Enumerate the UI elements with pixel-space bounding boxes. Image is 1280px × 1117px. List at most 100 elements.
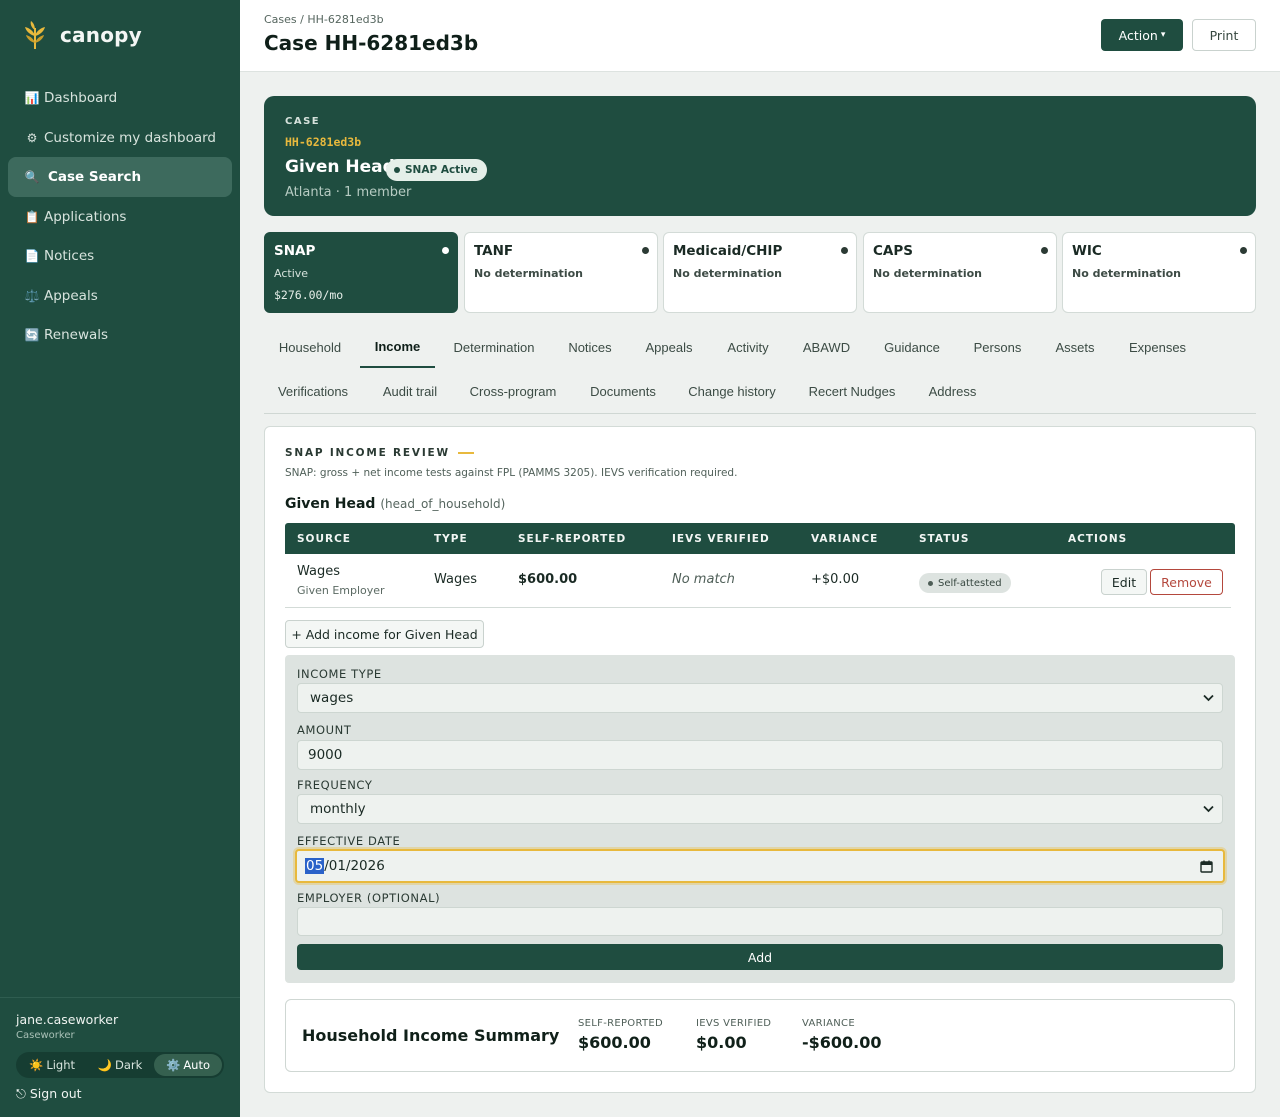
sidebar-item-notices[interactable]: 📄 Notices [8,236,232,276]
effective-date-input[interactable]: 05/01/2026 [295,849,1225,883]
title-accent-rule [457,452,474,454]
action-button[interactable]: Action ▾ [1101,19,1183,51]
program-amount: $276.00/mo [274,288,344,302]
program-card-tanf[interactable]: TANF No determination [464,232,658,313]
section-title: SNAP INCOME REVIEW [285,447,474,459]
status-badge: Self-attested [919,573,1011,593]
program-status: No determination [673,267,782,280]
tab-appeals[interactable]: Appeals [636,326,702,368]
amount-input[interactable]: 9000 [297,740,1223,770]
tab-assets[interactable]: Assets [1046,326,1104,368]
income-employer: Given Employer [297,584,385,597]
employer-label: EMPLOYER (OPTIONAL) [297,891,441,905]
status-badge-label: SNAP Active [405,164,478,176]
tab-household[interactable]: Household [264,326,356,368]
employer-input[interactable] [297,907,1223,936]
theme-option-auto[interactable]: ⚙️ Auto [154,1054,222,1076]
tab-persons[interactable]: Persons [964,326,1031,368]
add-income-form: INCOME TYPE wages AMOUNT 9000 FREQUENCY … [285,655,1235,983]
program-status: No determination [474,267,583,280]
sidebar-item-dashboard[interactable]: 📊 Dashboard [8,78,232,118]
amount-label: AMOUNT [297,723,352,737]
date-rest-segment: /01/2026 [324,858,385,874]
chevron-down-icon [1203,805,1214,813]
sidebar-nav: 📊 Dashboard ⚙ Customize my dashboard 🔍 C… [8,78,232,355]
sidebar-footer: jane.caseworker Caseworker ☀️ Light 🌙 Da… [0,997,240,1117]
summary-variance-value: -$600.00 [802,1033,882,1052]
program-card-caps[interactable]: CAPS No determination [863,232,1057,313]
action-button-label: Action [1118,27,1158,43]
sidebar: canopy 📊 Dashboard ⚙ Customize my dashbo… [0,0,240,1117]
add-button[interactable]: Add [297,944,1223,970]
remove-button[interactable]: Remove [1150,569,1223,595]
summary-ievs-label: IEVS VERIFIED [696,1018,772,1029]
income-type-value: wages [310,690,354,706]
case-meta: Atlanta · 1 member [285,185,412,200]
theme-option-dark[interactable]: 🌙 Dark [86,1054,154,1076]
person-role: (head_of_household) [380,497,506,511]
tab-notices[interactable]: Notices [558,326,622,368]
page-title: Case HH-6281ed3b [264,31,479,55]
print-button[interactable]: Print [1192,19,1256,51]
tab-activity[interactable]: Activity [717,326,779,368]
tab-income[interactable]: Income [360,326,435,368]
column-header: TYPE [434,533,468,545]
column-header: ACTIONS [1068,533,1128,545]
tab-audit-trail[interactable]: Audit trail [376,370,444,412]
program-card-medicaid-chip[interactable]: Medicaid/CHIP No determination [663,232,857,313]
search-icon: 🔍 [24,170,40,184]
status-dot-icon [394,167,400,173]
summary-variance-label: VARIANCE [802,1018,855,1029]
sidebar-item-renewals[interactable]: 🔄 Renewals [8,315,232,355]
sidebar-item-label: Case Search [48,169,142,185]
program-card-snap[interactable]: SNAP Active $276.00/mo [264,232,458,313]
brand-logo[interactable]: canopy [22,20,142,50]
summary-ievs-value: $0.00 [696,1033,747,1052]
frequency-select[interactable]: monthly [297,794,1223,824]
tab-documents[interactable]: Documents [582,370,664,412]
person-heading: Given Head (head_of_household) [285,496,505,512]
table-row: Wages Given Employer Wages $600.00 No ma… [285,554,1231,608]
theme-option-label: Auto [183,1058,211,1072]
sidebar-item-customize-dashboard[interactable]: ⚙ Customize my dashboard [8,118,232,158]
date-month-segment: 05 [305,858,325,874]
tab-expenses[interactable]: Expenses [1120,326,1195,368]
status-dot-icon [1240,247,1247,254]
tab-determination[interactable]: Determination [445,326,543,368]
program-status: No determination [873,267,982,280]
tab-abawd[interactable]: ABAWD [793,326,860,368]
sidebar-item-appeals[interactable]: ⚖️ Appeals [8,276,232,316]
theme-option-light[interactable]: ☀️ Light [18,1054,86,1076]
section-subtitle: SNAP: gross + net income tests against F… [285,467,738,479]
tab-guidance[interactable]: Guidance [875,326,949,368]
sidebar-item-label: Dashboard [44,90,118,106]
sidebar-item-case-search[interactable]: 🔍 Case Search [8,157,232,197]
gear-icon: ⚙️ [165,1058,181,1072]
program-name: CAPS [873,243,913,259]
summary-self-reported-label: SELF-REPORTED [578,1018,664,1029]
breadcrumb[interactable]: Cases / HH-6281ed3b [264,13,384,26]
add-income-button[interactable]: + Add income for Given Head [285,620,484,648]
tab-change-history[interactable]: Change history [678,370,786,412]
status-dot-icon [442,247,449,254]
calendar-icon[interactable] [1200,860,1213,873]
tab-recert-nudges[interactable]: Recert Nudges [800,370,904,412]
theme-option-label: Light [46,1058,76,1072]
tab-cross-program[interactable]: Cross-program [459,370,567,412]
income-type: Wages [434,572,478,587]
scales-icon: ⚖️ [24,288,40,303]
tab-address[interactable]: Address [919,370,986,412]
tab-verifications[interactable]: Verifications [264,370,362,412]
case-eyebrow: CASE [285,116,321,127]
program-name: WIC [1072,243,1102,259]
sidebar-item-applications[interactable]: 📋 Applications [8,197,232,237]
caret-down-icon: ▾ [1160,30,1166,40]
income-type-select[interactable]: wages [297,683,1223,713]
program-card-wic[interactable]: WIC No determination [1062,232,1256,313]
edit-button[interactable]: Edit [1101,569,1147,595]
chevron-down-icon [1203,694,1214,702]
case-id: HH-6281ed3b [285,135,362,149]
income-source: Wages [297,564,341,579]
case-tabs: Household Income Determination Notices A… [264,326,1256,414]
sign-out-link[interactable]: ⎋ Sign out [16,1086,82,1102]
